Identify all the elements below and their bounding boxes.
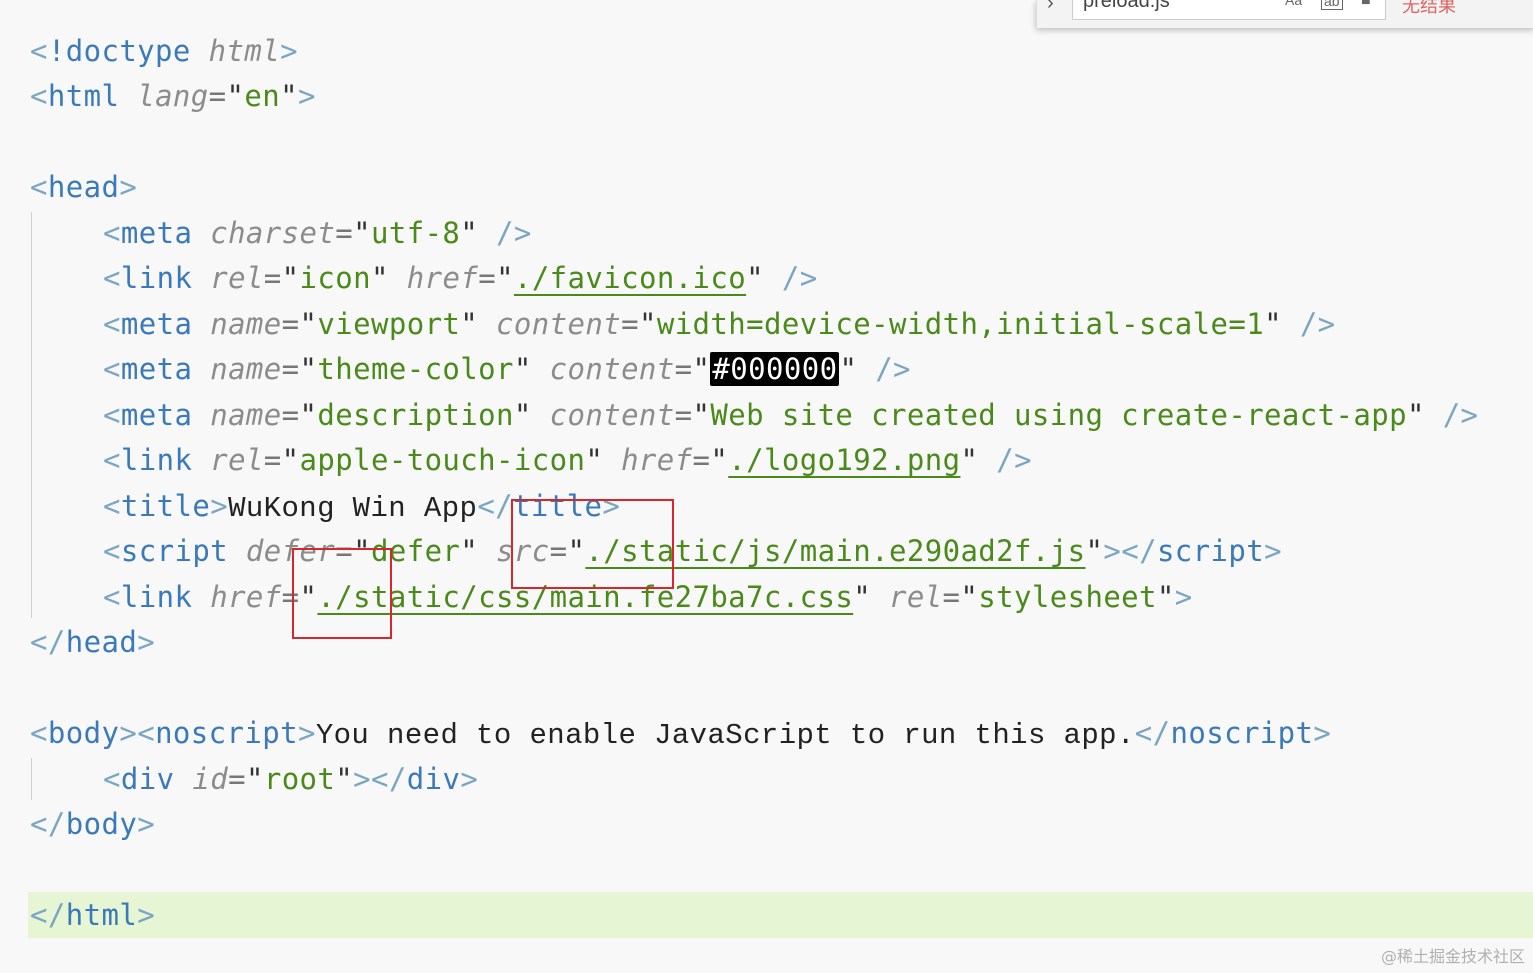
code-line-2[interactable]: <html lang="en"> xyxy=(30,74,316,119)
code-line-1[interactable]: <!doctype html> xyxy=(30,29,298,74)
current-line-highlight xyxy=(28,892,1533,938)
regex-toggle-icon[interactable]: ■ xyxy=(1361,0,1371,10)
indent-guide-body xyxy=(31,758,32,800)
find-result-status: 无结果 xyxy=(1402,0,1456,16)
logo-link[interactable]: ./logo192.png xyxy=(728,443,960,477)
code-line-body-noscript[interactable]: <body><noscript>You need to enable JavaS… xyxy=(30,711,1331,756)
code-line-meta-theme-color[interactable]: <meta name="theme-color" content="#00000… xyxy=(103,347,911,392)
color-swatch-value[interactable]: #000000 xyxy=(710,352,840,386)
code-line-script[interactable]: <script defer="defer" src="./static/js/m… xyxy=(103,529,1282,574)
annotation-box-link xyxy=(292,548,392,639)
chevron-right-icon[interactable]: › xyxy=(1047,0,1054,15)
code-line-head-open[interactable]: <head> xyxy=(30,165,137,210)
code-line-body-close[interactable]: </body> xyxy=(30,802,155,847)
favicon-link[interactable]: ./favicon.ico xyxy=(514,261,746,295)
code-line-meta-charset[interactable]: <meta charset="utf-8" /> xyxy=(103,211,532,256)
indent-guide-head xyxy=(31,212,32,618)
code-line-link-apple-touch[interactable]: <link rel="apple-touch-icon" href="./log… xyxy=(103,438,1032,483)
find-input-text: preload.js xyxy=(1083,0,1170,12)
match-whole-word-toggle[interactable]: ab xyxy=(1321,0,1343,10)
watermark: @稀土掘金技术社区 xyxy=(1380,947,1525,966)
code-line-head-close[interactable]: </head> xyxy=(30,620,155,665)
code-line-meta-viewport[interactable]: <meta name="viewport" content="width=dev… xyxy=(103,302,1336,347)
code-line-link-icon[interactable]: <link rel="icon" href="./favicon.ico" /> xyxy=(103,256,818,301)
find-widget[interactable]: › preload.js Aa ab ■ 无结果 xyxy=(1036,0,1533,28)
annotation-box-script xyxy=(511,499,674,589)
match-case-toggle[interactable]: Aa xyxy=(1285,0,1302,8)
code-line-html-close[interactable]: </html> xyxy=(30,893,155,938)
code-editor[interactable]: <!doctype html> <html lang="en"> <head> … xyxy=(0,0,1533,973)
code-line-meta-description[interactable]: <meta name="description" content="Web si… xyxy=(103,393,1478,438)
code-line-div-root[interactable]: <div id="root"></div> xyxy=(103,757,478,802)
